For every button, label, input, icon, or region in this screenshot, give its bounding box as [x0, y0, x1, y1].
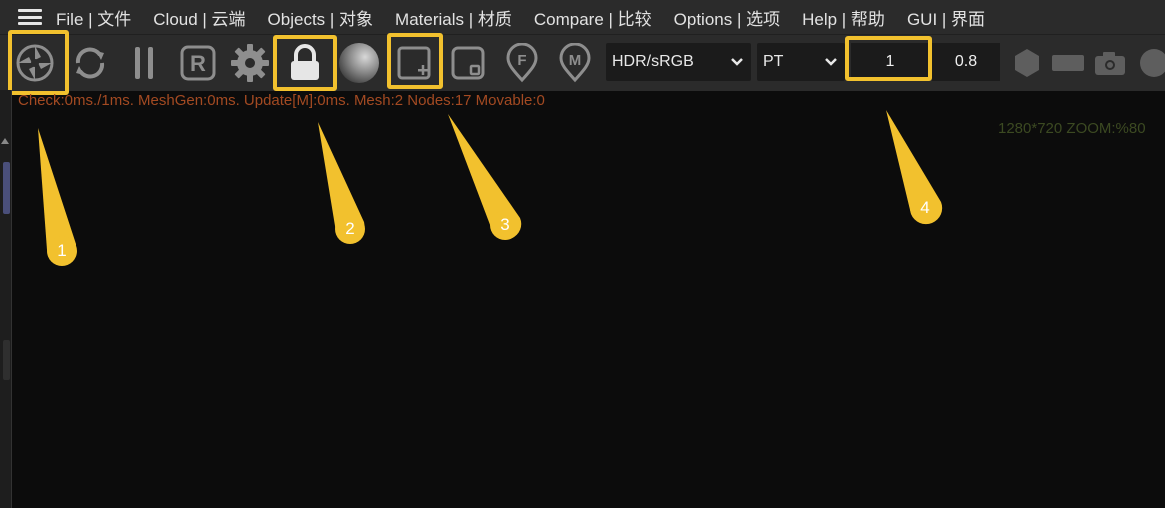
- menu-compare[interactable]: Compare | 比较: [534, 5, 652, 30]
- primary-value-input[interactable]: 1: [851, 43, 929, 81]
- menu-materials[interactable]: Materials | 材质: [395, 5, 512, 30]
- rectangle-icon[interactable]: [1046, 41, 1090, 85]
- menu-cloud[interactable]: Cloud | 云端: [153, 5, 245, 30]
- hexagon-icon[interactable]: [1005, 41, 1049, 85]
- r-badge-icon[interactable]: R: [176, 41, 220, 85]
- side-tab[interactable]: [3, 340, 10, 380]
- callout-number-4: 4: [920, 198, 930, 217]
- tonemap-select-value: HDR/sRGB: [612, 53, 694, 70]
- pause-icon[interactable]: [122, 41, 166, 85]
- chevron-down-icon: [731, 58, 743, 66]
- resolution-readout: 1280*720 ZOOM:%80: [998, 120, 1146, 137]
- menu-objects[interactable]: Objects | 对象: [268, 5, 374, 30]
- svg-text:M: M: [569, 52, 582, 69]
- status-readout: Check:0ms./1ms. MeshGen:0ms. Update[M]:0…: [18, 92, 545, 109]
- sphere-icon[interactable]: [337, 41, 381, 85]
- add-frame-icon[interactable]: [392, 41, 436, 85]
- secondary-value-input[interactable]: 0.8: [932, 43, 1000, 81]
- m-pin-icon[interactable]: M: [553, 41, 597, 85]
- mode-select[interactable]: PT: [757, 43, 845, 81]
- callout-number-1: 1: [57, 241, 67, 260]
- menu-gui[interactable]: GUI | 界面: [907, 5, 985, 30]
- left-panel-strip: [0, 90, 12, 508]
- camera-icon[interactable]: [1088, 41, 1132, 85]
- callout-number-2: 2: [345, 219, 355, 238]
- collapse-arrow-icon[interactable]: [1, 138, 9, 144]
- refresh-icon[interactable]: [68, 41, 112, 85]
- mode-select-value: PT: [763, 53, 784, 70]
- menu-help[interactable]: Help | 帮助: [802, 5, 885, 30]
- tonemap-select[interactable]: HDR/sRGB: [606, 43, 751, 81]
- gear-icon[interactable]: [228, 41, 272, 85]
- callout-number-3: 3: [500, 215, 510, 234]
- hamburger-menu-icon[interactable]: [18, 9, 42, 25]
- circle-icon[interactable]: [1128, 41, 1165, 85]
- f-pin-icon[interactable]: F: [500, 41, 544, 85]
- menu-options[interactable]: Options | 选项: [674, 5, 780, 30]
- chevron-down-icon: [825, 58, 837, 66]
- svg-text:R: R: [190, 51, 206, 76]
- svg-text:F: F: [517, 52, 526, 69]
- lock-icon[interactable]: [283, 41, 327, 85]
- frame-icon[interactable]: [446, 41, 490, 85]
- menu-bar: File | 文件 Cloud | 云端 Objects | 对象 Materi…: [0, 0, 1165, 34]
- menu-file[interactable]: File | 文件: [56, 5, 131, 30]
- side-tab-active[interactable]: [3, 162, 10, 214]
- render-shutter-icon[interactable]: [13, 41, 57, 85]
- toolbar: R F M HDR/sRGB PT 1 0.8: [0, 34, 1165, 91]
